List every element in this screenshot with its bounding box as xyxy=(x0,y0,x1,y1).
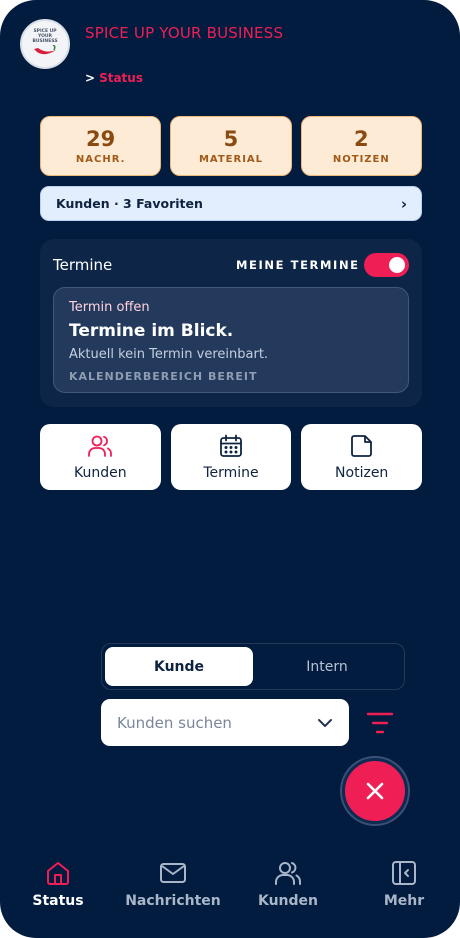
appointment-heading: Termine im Blick. xyxy=(69,321,234,341)
sidebar-icon xyxy=(392,861,416,885)
quick-action-notizen[interactable]: Notizen xyxy=(301,424,423,490)
segment-kunde[interactable]: Kunde xyxy=(105,647,253,686)
quick-action-label: Notizen xyxy=(335,465,389,481)
quick-action-label: Kunden xyxy=(74,465,127,481)
stat-card-material[interactable]: 5 MATERIAL xyxy=(170,116,292,176)
stat-card-messages[interactable]: 29 NACHR. xyxy=(40,116,162,176)
favorites-label: Kunden · 3 Favoriten xyxy=(56,196,203,211)
customer-type-switch: Kunde Intern xyxy=(101,643,405,690)
stat-label: NOTIZEN xyxy=(332,154,390,165)
quick-action-label: Termine xyxy=(203,465,259,481)
stat-value: 29 xyxy=(86,127,116,151)
nav-label: Kunden xyxy=(257,893,319,909)
stats-row: 29 NACHR. 5 MATERIAL 2 NOTIZEN xyxy=(40,116,422,176)
quick-actions: Kunden Termine Notizen xyxy=(40,424,423,490)
chevron-right-icon: › xyxy=(400,194,407,213)
nav-item-kunden[interactable]: Kunden xyxy=(254,860,322,909)
my-appointments-label: MEINE TERMINE xyxy=(236,258,360,272)
breadcrumb-separator: > xyxy=(85,71,96,85)
calendar-icon xyxy=(219,433,243,459)
app-title: SPICE UP YOUR BUSINESS xyxy=(85,24,284,42)
calendar-ready-label: KALENDERBEREICH BEREIT xyxy=(69,370,258,383)
my-appointments-toggle[interactable] xyxy=(364,253,409,277)
nav-item-status[interactable]: Status xyxy=(30,860,86,909)
filter-icon xyxy=(366,712,394,734)
users-icon xyxy=(87,433,113,459)
quick-action-kunden[interactable]: Kunden xyxy=(40,424,161,490)
breadcrumb: > Status xyxy=(85,71,143,85)
appointment-description: Aktuell kein Termin vereinbart. xyxy=(69,347,269,362)
brand-logo: SPICE UP YOUR BUSINESS xyxy=(20,19,70,69)
termine-title: Termine xyxy=(53,256,113,274)
customer-search-select[interactable]: Kunden suchen xyxy=(101,699,349,746)
nav-label: Nachrichten xyxy=(125,893,221,909)
stat-value: 5 xyxy=(223,127,239,151)
search-placeholder: Kunden suchen xyxy=(117,713,232,732)
toggle-knob xyxy=(389,257,405,273)
nav-label: Status xyxy=(32,893,84,909)
nav-label: Mehr xyxy=(383,893,425,909)
stat-value: 2 xyxy=(354,127,369,151)
breadcrumb-current[interactable]: Status xyxy=(99,71,143,85)
app-screen: SPICE UP YOUR BUSINESS SPICE UP YOUR BUS… xyxy=(0,0,460,938)
close-icon xyxy=(366,782,384,800)
home-icon xyxy=(47,862,69,885)
mail-icon xyxy=(160,863,186,883)
termine-panel: Termine MEINE TERMINE Termin offen Termi… xyxy=(40,239,422,407)
chili-pepper-icon xyxy=(34,45,56,55)
nav-item-nachrichten[interactable]: Nachrichten xyxy=(125,860,221,909)
quick-action-termine[interactable]: Termine xyxy=(170,424,292,490)
stat-label: NACHR. xyxy=(75,154,126,165)
favorites-bar[interactable]: Kunden · 3 Favoriten › xyxy=(40,186,422,221)
bottom-navigation: Status Nachrichten Kunden Mehr xyxy=(0,860,460,930)
logo-text: SPICE UP YOUR BUSINESS xyxy=(32,29,58,44)
close-fab-button[interactable] xyxy=(342,758,408,824)
filter-button[interactable] xyxy=(366,710,394,736)
nav-item-mehr[interactable]: Mehr xyxy=(380,860,428,909)
note-icon xyxy=(350,433,373,459)
appointment-status: Termin offen xyxy=(69,300,150,315)
chevron-down-icon xyxy=(318,718,332,727)
users-icon xyxy=(275,862,301,885)
appointment-card: Termin offen Termine im Blick. Aktuell k… xyxy=(53,287,409,393)
stat-label: MATERIAL xyxy=(198,154,264,165)
stat-card-notes[interactable]: 2 NOTIZEN xyxy=(300,116,422,176)
segment-intern[interactable]: Intern xyxy=(253,647,401,686)
